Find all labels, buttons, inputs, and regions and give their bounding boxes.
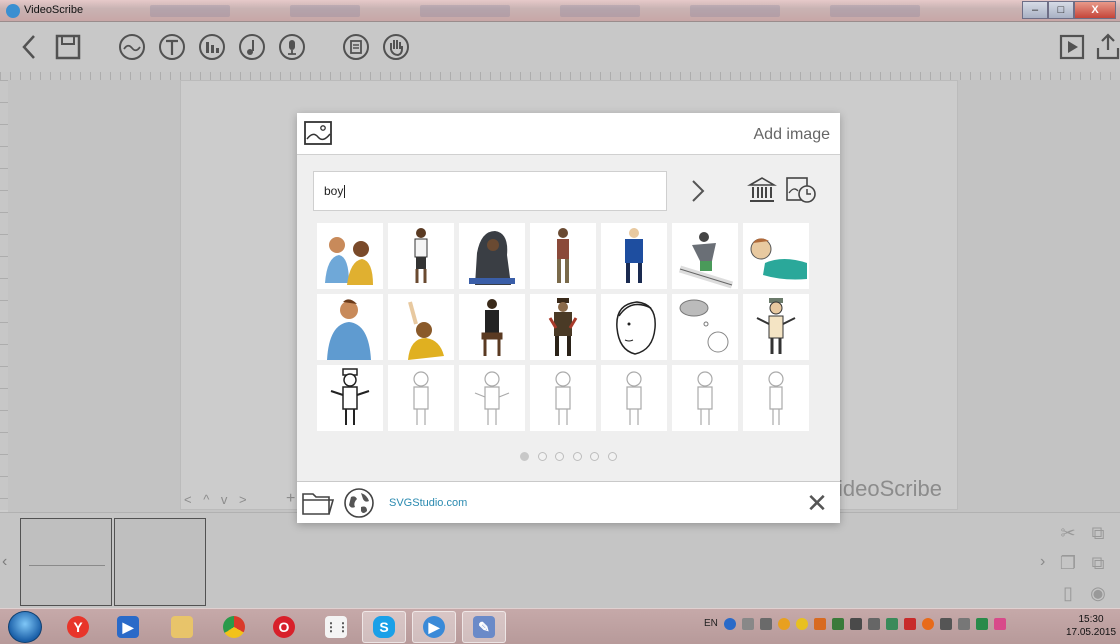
taskbar-media-player[interactable]: ▶ bbox=[106, 611, 150, 643]
taskbar-paint[interactable]: ✎ bbox=[462, 611, 506, 643]
image-thumbnail[interactable] bbox=[317, 365, 383, 431]
skype-icon: S bbox=[373, 616, 395, 638]
page-dot-6[interactable] bbox=[607, 452, 617, 461]
tray-app-icon[interactable] bbox=[922, 618, 934, 630]
folder-icon bbox=[171, 616, 193, 638]
page-dot-2[interactable] bbox=[537, 452, 547, 461]
network-icon[interactable] bbox=[742, 618, 754, 630]
background-tab-ghost bbox=[690, 5, 780, 17]
taskbar-skype[interactable]: S bbox=[362, 611, 406, 643]
signal-icon[interactable] bbox=[868, 618, 880, 630]
image-thumbnail[interactable] bbox=[388, 223, 454, 289]
language-indicator[interactable]: EN bbox=[704, 618, 718, 629]
image-thumbnail[interactable] bbox=[601, 365, 667, 431]
image-thumbnail[interactable] bbox=[530, 223, 596, 289]
image-thumbnail[interactable] bbox=[459, 365, 525, 431]
tray-app-icon[interactable] bbox=[994, 618, 1006, 630]
dialog-header: Add image bbox=[297, 113, 840, 155]
tray-app-icon[interactable] bbox=[886, 618, 898, 630]
image-search-input[interactable]: boy bbox=[313, 171, 667, 211]
tray-app-icon[interactable] bbox=[778, 618, 790, 630]
chrome-icon bbox=[223, 616, 245, 638]
search-go-icon[interactable] bbox=[685, 175, 711, 207]
tray-app-icon[interactable] bbox=[904, 618, 916, 630]
taskbar-chrome[interactable] bbox=[212, 611, 256, 643]
globe-icon[interactable] bbox=[343, 487, 375, 519]
recent-images-icon[interactable] bbox=[785, 175, 817, 205]
image-thumbnail[interactable] bbox=[672, 294, 738, 360]
image-thumbnail[interactable] bbox=[317, 294, 383, 360]
image-icon bbox=[304, 121, 332, 145]
background-tab-ghost bbox=[560, 5, 640, 17]
close-dialog-button[interactable]: ✕ bbox=[804, 488, 830, 518]
dialog-title: Add image bbox=[753, 126, 831, 143]
image-thumbnail[interactable] bbox=[388, 294, 454, 360]
library-icon[interactable] bbox=[747, 175, 777, 205]
image-thumbnail[interactable] bbox=[743, 365, 809, 431]
image-thumbnail[interactable] bbox=[459, 223, 525, 289]
minimize-button[interactable]: – bbox=[1022, 1, 1048, 19]
image-thumbnail[interactable] bbox=[672, 223, 738, 289]
page-dot-5[interactable] bbox=[590, 452, 600, 461]
image-thumbnail[interactable] bbox=[601, 294, 667, 360]
yandex-icon: Y bbox=[67, 616, 89, 638]
image-thumbnail[interactable] bbox=[388, 365, 454, 431]
dialog-footer: SVGStudio.com ✕ bbox=[297, 481, 840, 523]
page-dot-3[interactable] bbox=[555, 452, 565, 461]
notification-icon[interactable] bbox=[760, 618, 772, 630]
media-player-icon: ▶ bbox=[117, 616, 139, 638]
tray-app-icon[interactable] bbox=[958, 618, 970, 630]
background-tab-ghost bbox=[150, 5, 230, 17]
maximize-button[interactable]: □ bbox=[1048, 1, 1074, 19]
paint-icon: ✎ bbox=[473, 616, 495, 638]
image-thumbnail[interactable] bbox=[459, 294, 525, 360]
window-titlebar: VideoScribe – □ X bbox=[0, 0, 1120, 22]
image-thumbnail[interactable] bbox=[743, 294, 809, 360]
tray-app-icon[interactable] bbox=[832, 618, 844, 630]
opera-icon: O bbox=[273, 616, 295, 638]
window-controls: – □ X bbox=[1022, 1, 1116, 19]
clock-date: 17.05.2015 bbox=[1065, 627, 1117, 638]
close-window-button[interactable]: X bbox=[1074, 1, 1116, 19]
videoscribe-icon: ▶ bbox=[423, 616, 445, 638]
videoscribe-app-icon bbox=[6, 4, 20, 18]
page-dot-4[interactable] bbox=[572, 452, 582, 461]
window-title: VideoScribe bbox=[24, 4, 84, 16]
taskbar-videoscribe[interactable]: ▶ bbox=[412, 611, 456, 643]
results-pager bbox=[297, 448, 840, 466]
taskbar-yandex-browser[interactable]: Y bbox=[56, 611, 100, 643]
background-tab-ghost bbox=[290, 5, 360, 17]
help-icon[interactable] bbox=[724, 618, 736, 630]
image-thumbnail[interactable] bbox=[530, 294, 596, 360]
image-thumbnail[interactable] bbox=[530, 365, 596, 431]
tray-app-icon[interactable] bbox=[976, 618, 988, 630]
image-thumbnail[interactable] bbox=[317, 223, 383, 289]
page-dot-1[interactable] bbox=[520, 452, 530, 461]
taskbar-clock[interactable]: 15:30 17.05.2015 bbox=[1064, 613, 1118, 639]
taskbar-opera[interactable]: O bbox=[262, 611, 306, 643]
folder-icon[interactable] bbox=[301, 488, 335, 518]
background-tab-ghost bbox=[420, 5, 510, 17]
volume-icon[interactable] bbox=[940, 618, 952, 630]
app-grid-icon: ⋮⋮ bbox=[325, 616, 349, 638]
system-tray bbox=[724, 618, 1006, 630]
taskbar-file-explorer[interactable] bbox=[160, 611, 204, 643]
image-thumbnail[interactable] bbox=[601, 223, 667, 289]
tray-app-icon[interactable] bbox=[814, 618, 826, 630]
svgstudio-link[interactable]: SVGStudio.com bbox=[389, 497, 467, 509]
start-button[interactable] bbox=[8, 611, 42, 643]
tray-app-icon[interactable] bbox=[796, 618, 808, 630]
background-tab-ghost bbox=[830, 5, 920, 17]
image-thumbnail[interactable] bbox=[743, 223, 809, 289]
add-image-dialog: Add image boy SVGStudio.com ✕ bbox=[297, 113, 840, 523]
clock-time: 15:30 bbox=[1078, 614, 1104, 625]
image-thumbnail[interactable] bbox=[672, 365, 738, 431]
search-input-value: boy bbox=[324, 184, 344, 198]
taskbar-app-grid[interactable]: ⋮⋮ bbox=[314, 611, 358, 643]
tray-app-icon[interactable] bbox=[850, 618, 862, 630]
windows-taskbar: Y ▶ O ⋮⋮ S ▶ ✎ EN 15:30 17.05.2015 bbox=[0, 608, 1120, 644]
